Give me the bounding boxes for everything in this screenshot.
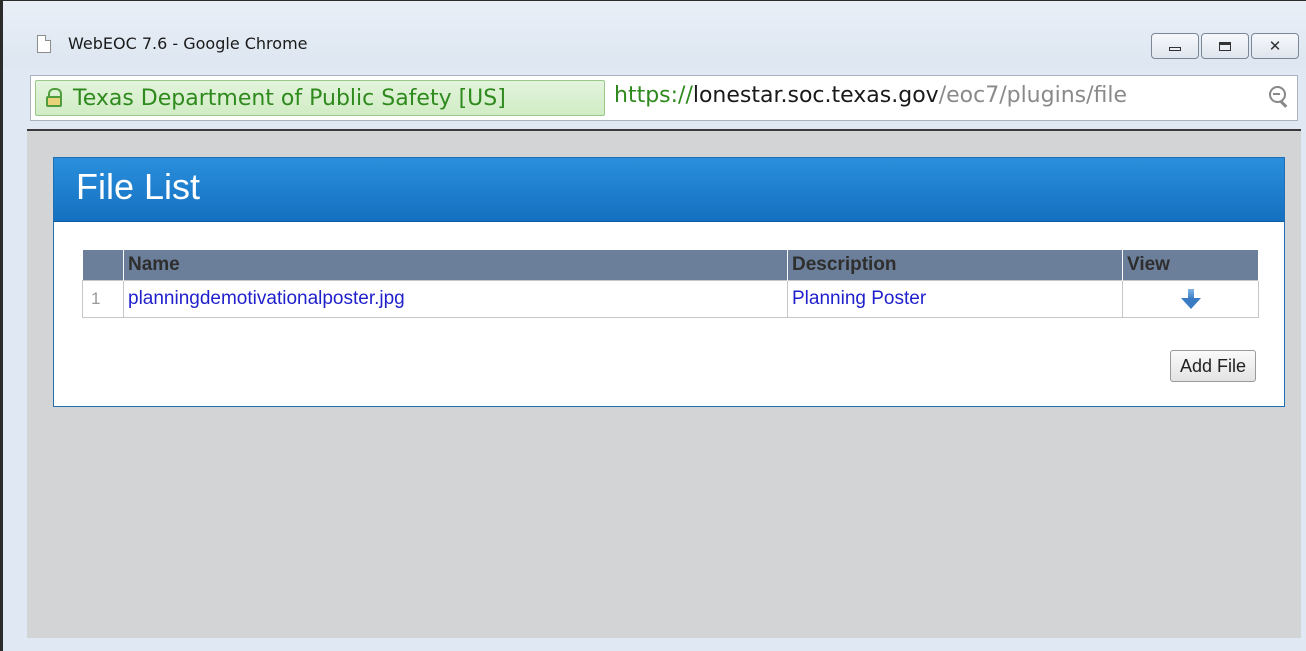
panel-title: File List [76, 166, 201, 207]
page-icon [37, 35, 51, 53]
maximize-button[interactable] [1201, 33, 1249, 59]
page-content: File List Name Description View 1 planni… [27, 129, 1301, 638]
url-path: /eoc7/plugins/file [938, 83, 1128, 108]
column-header-index [82, 250, 124, 281]
title-bar: WebEOC 7.6 - Google Chrome ✕ [3, 1, 1306, 67]
url-scheme: https:// [614, 83, 693, 108]
window-controls: ✕ [1151, 33, 1299, 59]
table-row: 1 planningdemotivationalposter.jpg Plann… [82, 280, 1259, 318]
column-header-name: Name [123, 250, 788, 281]
url-host: lonestar.soc.texas.gov [692, 83, 939, 108]
security-indicator[interactable]: Texas Department of Public Safety [US] [35, 80, 605, 116]
security-label: Texas Department of Public Safety [US] [73, 85, 506, 111]
zoom-out-icon[interactable] [1269, 86, 1289, 108]
lock-icon [45, 87, 63, 109]
url-text[interactable]: https://lonestar.soc.texas.gov/eoc7/plug… [614, 83, 1127, 108]
row-index: 1 [82, 280, 124, 318]
column-header-view: View [1122, 250, 1259, 281]
file-list-panel: File List Name Description View 1 planni… [53, 157, 1285, 407]
minimize-button[interactable] [1151, 33, 1199, 59]
arrow-down-icon[interactable] [1180, 288, 1201, 310]
column-header-description: Description [787, 250, 1123, 281]
maximize-icon [1219, 41, 1231, 51]
close-button[interactable]: ✕ [1251, 33, 1299, 59]
view-cell [1122, 280, 1259, 318]
panel-header: File List [54, 158, 1284, 222]
window-title: WebEOC 7.6 - Google Chrome [68, 34, 308, 53]
table-header-row: Name Description View [82, 250, 1259, 281]
close-icon: ✕ [1268, 37, 1282, 55]
file-table: Name Description View 1 planningdemotiva… [82, 250, 1259, 318]
address-bar[interactable]: Texas Department of Public Safety [US] h… [30, 75, 1298, 121]
add-file-button[interactable]: Add File [1169, 350, 1256, 382]
file-name-link[interactable]: planningdemotivationalposter.jpg [123, 280, 788, 318]
file-description-link[interactable]: Planning Poster [787, 280, 1123, 318]
minimize-icon [1169, 47, 1181, 51]
browser-window: WebEOC 7.6 - Google Chrome ✕ Texas Depar… [0, 0, 1306, 651]
